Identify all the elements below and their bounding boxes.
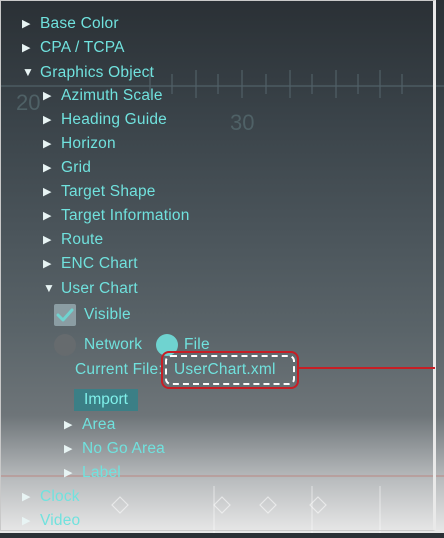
triangle-right-icon: ▶ <box>43 162 52 174</box>
menu-item-label: User Chart <box>61 280 138 297</box>
menu-item-label: Graphics Object <box>40 64 155 81</box>
triangle-right-icon: ▶ <box>22 18 31 30</box>
triangle-right-icon: ▶ <box>43 234 52 246</box>
menu-item-label: Grid <box>61 159 92 176</box>
menu-item-label: No Go Area <box>82 440 165 457</box>
triangle-right-icon: ▶ <box>43 210 52 222</box>
menu-item-label: Horizon <box>61 135 116 152</box>
triangle-right-icon: ▶ <box>43 114 52 126</box>
triangle-right-icon: ▶ <box>22 491 31 503</box>
menu-item-label: Azimuth Scale <box>61 87 163 104</box>
triangle-right-icon: ▶ <box>64 443 73 455</box>
menu-item-horizon[interactable]: ▶ Horizon <box>43 133 116 155</box>
network-label: Network <box>84 336 143 353</box>
triangle-right-icon: ▶ <box>22 42 31 54</box>
menu-item-label-item[interactable]: ▶ Label <box>64 462 121 484</box>
menu-item-label: Clock <box>40 488 80 505</box>
menu-item-label: Target Shape <box>61 183 156 200</box>
triangle-right-icon: ▶ <box>64 467 73 479</box>
triangle-right-icon: ▶ <box>22 515 31 527</box>
menu-item-area[interactable]: ▶ Area <box>64 414 116 436</box>
menu-item-base-color[interactable]: ▶ Base Color <box>22 13 119 35</box>
menu-item-label: Route <box>61 231 104 248</box>
menu-item-label: Label <box>82 464 121 481</box>
menu-item-clock[interactable]: ▶ Clock <box>22 486 80 508</box>
menu-item-label: ENC Chart <box>61 255 138 272</box>
menu-item-label: Area <box>82 416 116 433</box>
menu-item-azimuth-scale[interactable]: ▶ Azimuth Scale <box>43 85 163 107</box>
menu-item-label: Heading Guide <box>61 111 168 128</box>
menu-item-no-go-area[interactable]: ▶ No Go Area <box>64 438 165 460</box>
menu-item-cpa-tcpa[interactable]: ▶ CPA / TCPA <box>22 37 125 59</box>
triangle-right-icon: ▶ <box>43 138 52 150</box>
network-radio[interactable] <box>54 334 76 356</box>
triangle-right-icon: ▶ <box>64 419 73 431</box>
menu-item-label: CPA / TCPA <box>40 39 125 56</box>
menu-item-label: Base Color <box>40 15 119 32</box>
triangle-down-icon: ▼ <box>22 65 35 79</box>
import-button[interactable]: Import <box>74 389 138 411</box>
menu-item-graphics-object[interactable]: ▼ Graphics Object <box>22 61 154 83</box>
menu-item-target-information[interactable]: ▶ Target Information <box>43 205 190 227</box>
menu-item-heading-guide[interactable]: ▶ Heading Guide <box>43 109 167 131</box>
menu-item-user-chart[interactable]: ▼ User Chart <box>43 277 138 299</box>
menu-item-route[interactable]: ▶ Route <box>43 229 103 251</box>
menu-item-target-shape[interactable]: ▶ Target Shape <box>43 181 156 203</box>
current-file-label: Current File: <box>75 361 163 378</box>
check-icon <box>56 308 74 322</box>
visible-checkbox[interactable] <box>54 304 76 326</box>
triangle-right-icon: ▶ <box>43 186 52 198</box>
menu-item-video[interactable]: ▶ Video <box>22 510 80 532</box>
triangle-right-icon: ▶ <box>43 258 52 270</box>
menu-item-enc-chart[interactable]: ▶ ENC Chart <box>43 253 138 275</box>
menu-item-grid[interactable]: ▶ Grid <box>43 157 91 179</box>
visible-label: Visible <box>84 306 131 323</box>
menu-item-label: Target Information <box>61 207 190 224</box>
triangle-down-icon: ▼ <box>43 281 56 295</box>
callout-line <box>299 367 435 369</box>
menu-item-label: Video <box>40 512 81 529</box>
triangle-right-icon: ▶ <box>43 90 52 102</box>
current-file-value: UserChart.xml <box>174 361 276 378</box>
